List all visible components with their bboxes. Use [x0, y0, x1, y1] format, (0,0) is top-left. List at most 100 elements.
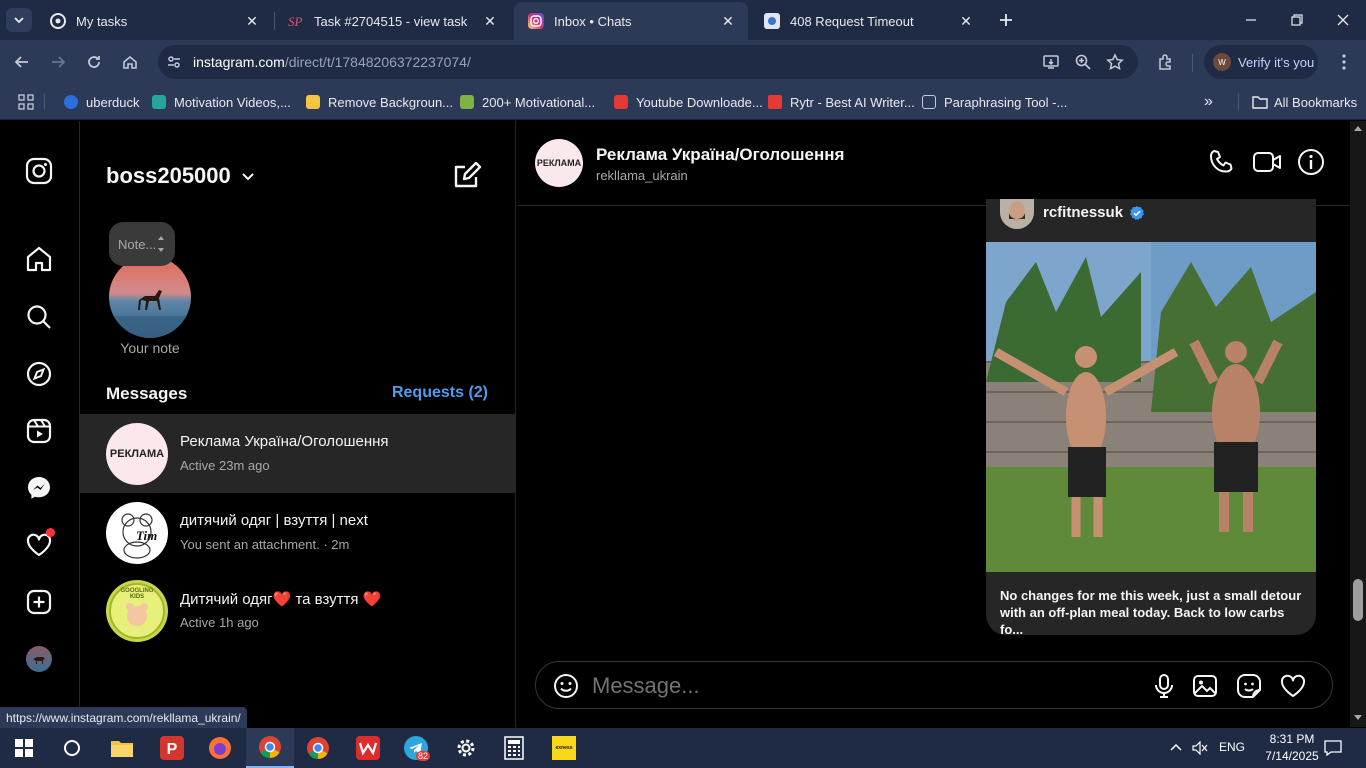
nav-notifications[interactable]	[24, 528, 55, 560]
video-call-button[interactable]	[1252, 148, 1282, 178]
note-bubble[interactable]: Note...	[109, 222, 175, 266]
nav-search[interactable]	[24, 302, 54, 332]
bookmark-uberduck[interactable]: uberduck	[64, 92, 139, 112]
taskbar-settings[interactable]	[442, 728, 490, 768]
taskbar-pocket-app[interactable]: P	[148, 728, 196, 768]
url-host: instagram.com	[193, 54, 285, 70]
close-tab-icon[interactable]: ✕	[482, 13, 498, 29]
account-switcher[interactable]: boss205000	[106, 163, 255, 189]
page-scrollbar[interactable]	[1350, 121, 1366, 727]
apps-grid-icon[interactable]	[18, 94, 34, 110]
youtube-favicon	[614, 95, 628, 109]
taskbar-chrome-active[interactable]	[246, 728, 294, 768]
post-author[interactable]: rcfitnessuk	[1043, 204, 1145, 221]
chat-name[interactable]: Реклама Україна/Оголошення	[596, 145, 844, 165]
instagram-logo-button[interactable]	[24, 156, 54, 186]
back-button[interactable]	[8, 48, 36, 76]
taskbar-telegram[interactable]: 82	[392, 728, 440, 768]
taskbar-wps[interactable]	[344, 728, 392, 768]
thread-kids-clothes-shoes[interactable]: GOOGLING KIDS Дитячий одяг❤️ та взуття ❤…	[80, 571, 516, 650]
start-button[interactable]	[0, 728, 48, 768]
thread-reklama[interactable]: РЕКЛАМА Реклама Україна/Оголошення Activ…	[80, 414, 516, 493]
like-button[interactable]	[1279, 672, 1307, 700]
tab-task-view[interactable]: SP Task #2704515 - view task ✕	[274, 4, 510, 38]
forward-button[interactable]	[44, 48, 72, 76]
link-hover-status: https://www.instagram.com/rekllama_ukrai…	[0, 707, 247, 729]
bookmark-youtube-downloader[interactable]: Youtube Downloade...	[614, 92, 763, 112]
taskbar-file-explorer[interactable]	[98, 728, 146, 768]
show-hidden-icons-button[interactable]	[1170, 742, 1182, 752]
zoom-icon[interactable]	[1074, 53, 1092, 71]
browser-menu-button[interactable]	[1330, 48, 1358, 76]
requests-link[interactable]: Requests (2)	[392, 384, 488, 402]
bookmark-remove-background[interactable]: Remove Backgroun...	[306, 92, 453, 112]
taskbar-exness[interactable]: exness	[540, 728, 588, 768]
instagram-sidebar-nav	[0, 121, 80, 727]
message-composer	[535, 661, 1333, 709]
nav-explore[interactable]	[24, 359, 54, 389]
bookmark-star-icon[interactable]	[1106, 53, 1124, 71]
bookmark-motivation-videos[interactable]: Motivation Videos,...	[152, 92, 291, 112]
home-button[interactable]	[116, 48, 144, 76]
fitness-photo	[986, 242, 1316, 572]
install-app-icon[interactable]	[1042, 53, 1060, 71]
add-photo-button[interactable]	[1191, 672, 1219, 700]
emoji-button[interactable]	[552, 672, 580, 700]
tab-instagram-inbox[interactable]: Inbox • Chats ✕	[514, 2, 748, 40]
shopify-favicon	[460, 95, 474, 109]
reload-button[interactable]	[80, 48, 108, 76]
tab-request-timeout[interactable]: 408 Request Timeout ✕	[750, 4, 986, 38]
address-bar[interactable]: instagram.com/direct/t/17848206372237074…	[158, 45, 1138, 79]
message-input[interactable]	[592, 670, 1092, 702]
close-tab-icon[interactable]: ✕	[720, 13, 736, 29]
calculator-icon	[504, 736, 524, 760]
nav-reels[interactable]	[24, 416, 54, 446]
close-window-button[interactable]	[1320, 6, 1366, 34]
taskbar-firefox[interactable]	[196, 728, 244, 768]
tab-my-tasks[interactable]: My tasks ✕	[36, 4, 272, 38]
clock[interactable]: 8:31 PM 7/14/2025	[1262, 731, 1322, 765]
volume-button[interactable]	[1192, 741, 1208, 755]
reload-icon	[88, 56, 100, 68]
voice-message-button[interactable]	[1150, 672, 1178, 700]
post-image[interactable]	[986, 242, 1316, 572]
thread-kids-clothes-next[interactable]: Tim дитячий одяг | взуття | next You sen…	[80, 493, 516, 572]
bookmark-motivational[interactable]: 200+ Motivational...	[460, 92, 595, 112]
language-indicator[interactable]: ENG	[1219, 740, 1245, 754]
tab-title: 408 Request Timeout	[790, 13, 914, 29]
nav-home[interactable]	[24, 244, 54, 274]
scroll-down-icon[interactable]	[1354, 715, 1362, 721]
nav-profile[interactable]	[24, 644, 54, 674]
all-bookmarks-button[interactable]: All Bookmarks	[1252, 92, 1357, 112]
restore-button[interactable]	[1274, 6, 1320, 34]
extensions-button[interactable]	[1152, 48, 1180, 76]
close-tab-icon[interactable]: ✕	[244, 13, 260, 29]
nav-messages[interactable]	[24, 473, 54, 503]
thread-avatar: Tim	[106, 502, 168, 564]
tab-search-button[interactable]	[6, 8, 32, 32]
bookmarks-divider	[44, 94, 45, 110]
taskbar-calculator[interactable]	[490, 728, 538, 768]
site-info-icon[interactable]	[166, 54, 182, 70]
instagram-favicon	[528, 13, 544, 29]
sticker-button[interactable]	[1235, 672, 1263, 700]
voice-call-button[interactable]	[1207, 148, 1237, 178]
chat-avatar[interactable]: РЕКЛАМА	[535, 139, 583, 187]
shared-post-card[interactable]: rcfitnessuk No changes for me this week,…	[986, 199, 1316, 635]
scroll-up-icon[interactable]	[1354, 125, 1362, 131]
nav-create[interactable]	[24, 587, 54, 617]
taskbar-chrome[interactable]	[294, 728, 342, 768]
scrollbar-thumb[interactable]	[1353, 579, 1363, 621]
conversation-info-button[interactable]	[1297, 148, 1327, 178]
close-tab-icon[interactable]: ✕	[958, 13, 974, 29]
your-note-avatar[interactable]	[109, 256, 191, 338]
minimize-button[interactable]	[1228, 6, 1274, 34]
action-center-button[interactable]	[1324, 739, 1342, 757]
bookmark-rytr[interactable]: Rytr - Best AI Writer...	[768, 92, 915, 112]
new-message-button[interactable]	[452, 161, 482, 191]
bookmarks-overflow-button[interactable]: »	[1204, 92, 1213, 112]
bookmark-paraphrasing[interactable]: Paraphrasing Tool -...	[922, 92, 1067, 112]
new-tab-button[interactable]	[984, 6, 1028, 34]
verify-profile-button[interactable]: W Verify it's you	[1204, 45, 1318, 79]
search-button[interactable]	[48, 728, 96, 768]
